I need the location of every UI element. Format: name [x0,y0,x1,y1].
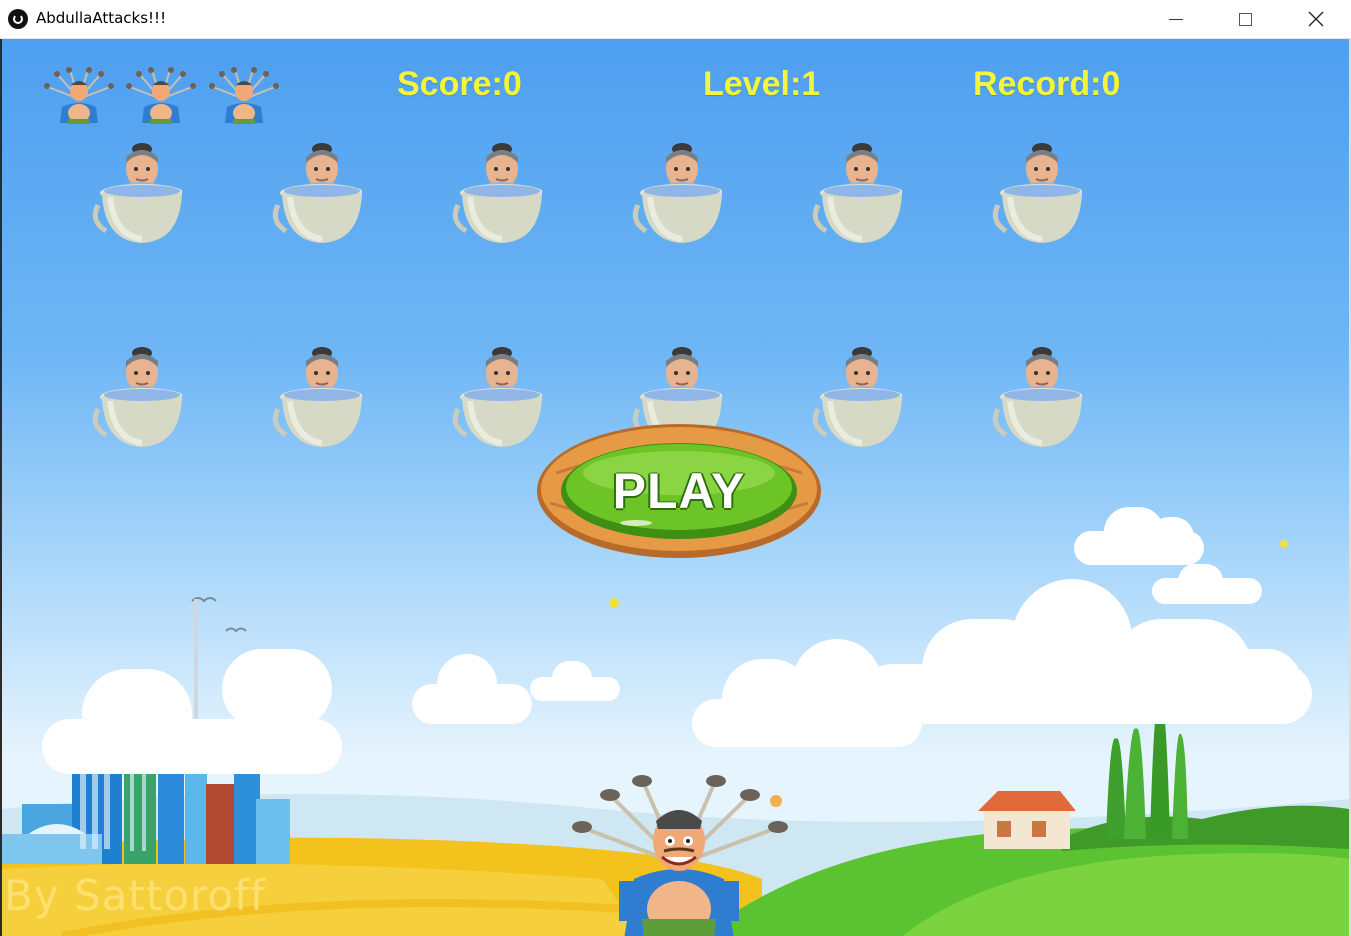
enemy-sprite [812,141,904,245]
minimize-icon [1169,18,1183,20]
score-label: Score:0 [397,65,522,103]
app-icon [8,9,28,29]
cloud [412,654,532,724]
player-sprite [572,775,788,936]
enemy-sprite [992,345,1084,449]
maximize-button[interactable] [1210,0,1280,38]
play-button[interactable]: PLAY [536,423,822,559]
enemy-sprite [452,345,544,449]
enemy-sprite [812,345,904,449]
player-character[interactable] [564,769,794,936]
cloud [862,579,1312,729]
enemy-sprite [992,141,1084,245]
life-icon [122,67,200,125]
enemy-sprite [92,345,184,449]
minimize-button[interactable] [1141,0,1211,38]
enemy-sprite [272,141,364,245]
cloud [692,639,922,749]
enemy-sprite [92,141,184,245]
window-title: AbdullaAttacks!!! [36,9,167,27]
author-credit: By Sattoroff [4,871,266,920]
enemy-sprite [272,345,364,449]
play-button-label: PLAY [612,463,746,519]
cloud [42,649,342,779]
enemy-sprite [452,141,544,245]
record-label: Record:0 [973,65,1121,103]
close-icon [1308,11,1324,27]
close-button[interactable] [1281,0,1351,38]
cloud [530,661,620,701]
title-bar[interactable]: AbdullaAttacks!!! [0,0,1351,39]
cloud [1074,507,1204,567]
life-icon [40,67,118,125]
game-canvas[interactable]: Score:0 Level:1 Record:0 PLAY By Sattoro… [2,39,1349,936]
enemy-sprite [632,141,724,245]
level-label: Level:1 [703,65,821,103]
maximize-icon [1238,12,1252,26]
life-icon [205,67,283,125]
